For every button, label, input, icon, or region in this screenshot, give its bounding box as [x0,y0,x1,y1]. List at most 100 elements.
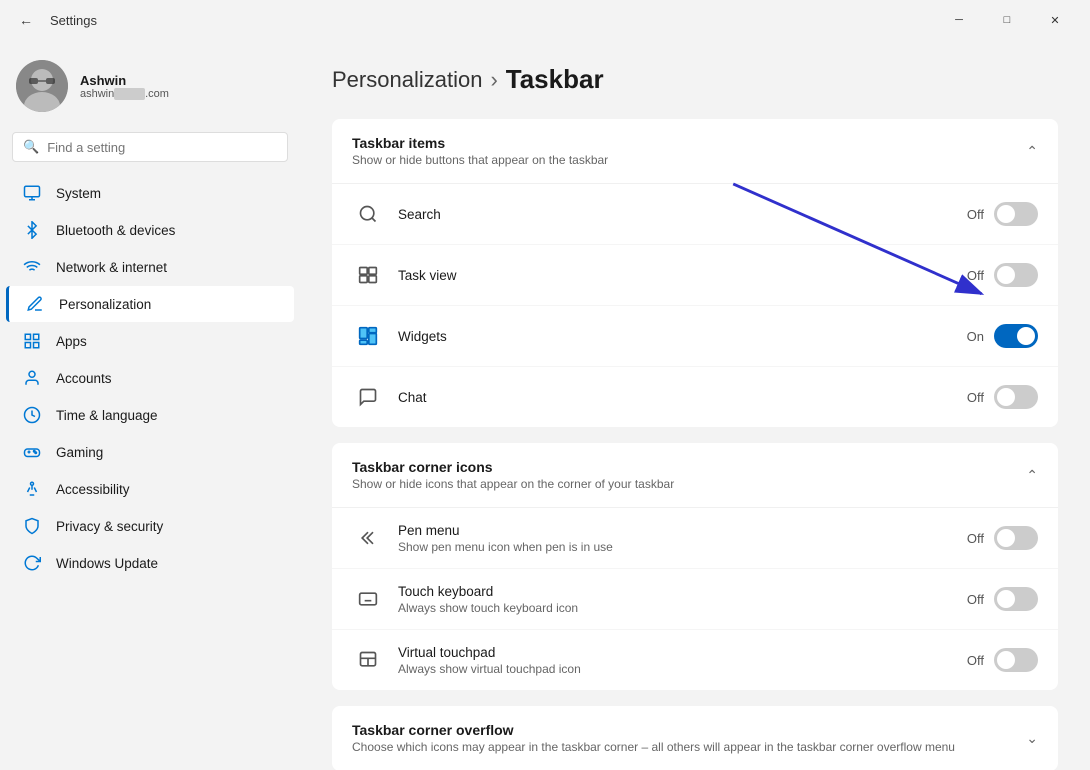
pen-menu-toggle[interactable] [994,526,1038,550]
overflow-collapse-icon: ⌄ [1026,730,1038,747]
sidebar-item-system[interactable]: System [6,175,294,211]
search-setting-label: Search [398,207,967,222]
taskview-setting-row: Task view Off [332,245,1058,306]
touch-keyboard-label-wrap: Touch keyboard Always show touch keyboar… [398,584,967,615]
touch-keyboard-sublabel: Always show touch keyboard icon [398,601,967,615]
sidebar-item-network[interactable]: Network & internet [6,249,294,285]
touch-keyboard-icon [352,583,384,615]
pen-menu-label-wrap: Pen menu Show pen menu icon when pen is … [398,523,967,554]
widgets-setting-row: Widgets On [332,306,1058,367]
chat-setting-label-wrap: Chat [398,390,967,405]
search-input[interactable] [47,140,277,155]
sidebar-item-apps-label: Apps [56,334,87,349]
search-setting-row: Search Off [332,184,1058,245]
search-setting-label-wrap: Search [398,207,967,222]
taskbar-corner-overflow-title: Taskbar corner overflow [352,722,955,738]
user-email: ashwin••••••••.com [80,88,169,100]
sidebar-item-bluetooth-label: Bluetooth & devices [56,223,175,238]
widgets-setting-label-wrap: Widgets [398,329,967,344]
sidebar-item-time-label: Time & language [56,408,158,423]
sidebar-item-update[interactable]: Windows Update [6,545,294,581]
maximize-button[interactable]: □ [984,4,1030,36]
taskbar-items-title: Taskbar items [352,135,608,151]
avatar [16,60,68,112]
taskbar-corner-overflow-subtitle: Choose which icons may appear in the tas… [352,740,955,754]
touch-keyboard-label: Touch keyboard [398,584,967,599]
apps-icon [22,331,42,351]
breadcrumb-separator: › [490,67,497,93]
privacy-icon [22,516,42,536]
touch-keyboard-row: Touch keyboard Always show touch keyboar… [332,569,1058,630]
pen-menu-icon [352,522,384,554]
taskview-toggle[interactable] [994,263,1038,287]
window-controls: ─ □ ✕ [936,4,1078,36]
virtual-touchpad-label: Virtual touchpad [398,645,967,660]
pen-menu-label: Pen menu [398,523,967,538]
widgets-setting-label: Widgets [398,329,967,344]
minimize-button[interactable]: ─ [936,4,982,36]
section-corner-header-left: Taskbar corner icons Show or hide icons … [352,459,674,491]
accessibility-icon [22,479,42,499]
widgets-setting-icon [352,320,384,352]
section-header-left: Taskbar items Show or hide buttons that … [352,135,608,167]
sidebar-item-bluetooth[interactable]: Bluetooth & devices [6,212,294,248]
titlebar-left: ← Settings [12,6,97,34]
sidebar-item-accounts[interactable]: Accounts [6,360,294,396]
back-button[interactable]: ← [12,6,40,34]
search-toggle[interactable] [994,202,1038,226]
sidebar-item-apps[interactable]: Apps [6,323,294,359]
sidebar-item-network-label: Network & internet [56,260,167,275]
sidebar-item-gaming[interactable]: Gaming [6,434,294,470]
titlebar: ← Settings ─ □ ✕ [0,0,1090,40]
main-layout: Ashwin ashwin••••••••.com 🔍 System [0,40,1090,770]
time-icon [22,405,42,425]
collapse-icon: ⌃ [1026,143,1038,160]
taskbar-corner-icons-section: Taskbar corner icons Show or hide icons … [332,443,1058,690]
taskbar-corner-overflow-header[interactable]: Taskbar corner overflow Choose which ico… [332,706,1058,770]
update-icon [22,553,42,573]
sidebar-item-privacy[interactable]: Privacy & security [6,508,294,544]
search-setting-state: Off [967,207,984,222]
page-title: Taskbar [506,64,604,95]
virtual-touchpad-label-wrap: Virtual touchpad Always show virtual tou… [398,645,967,676]
close-button[interactable]: ✕ [1032,4,1078,36]
chat-toggle[interactable] [994,385,1038,409]
taskbar-items-subtitle: Show or hide buttons that appear on the … [352,153,608,167]
taskview-setting-label-wrap: Task view [398,268,967,283]
search-setting-icon [352,198,384,230]
chat-setting-label: Chat [398,390,967,405]
touch-keyboard-toggle[interactable] [994,587,1038,611]
content-wrapper: Taskbar items Show or hide buttons that … [332,119,1058,770]
content-area: Personalization › Taskbar Taskbar items [300,40,1090,770]
app-title: Settings [50,13,97,28]
sidebar-item-time[interactable]: Time & language [6,397,294,433]
taskview-setting-state: Off [967,268,984,283]
sidebar-item-accessibility[interactable]: Accessibility [6,471,294,507]
breadcrumb-parent: Personalization [332,67,482,93]
sidebar: Ashwin ashwin••••••••.com 🔍 System [0,40,300,770]
user-name: Ashwin [80,73,169,88]
virtual-touchpad-state: Off [967,653,984,668]
sidebar-item-update-label: Windows Update [56,556,158,571]
chat-setting-state: Off [967,390,984,405]
sidebar-item-privacy-label: Privacy & security [56,519,163,534]
virtual-touchpad-row: Virtual touchpad Always show virtual tou… [332,630,1058,690]
sidebar-item-accessibility-label: Accessibility [56,482,130,497]
pen-menu-row: Pen menu Show pen menu icon when pen is … [332,508,1058,569]
taskbar-corner-overflow-section: Taskbar corner overflow Choose which ico… [332,706,1058,770]
touch-keyboard-state: Off [967,592,984,607]
sidebar-item-personalization[interactable]: Personalization [6,286,294,322]
sidebar-item-personalization-label: Personalization [59,297,151,312]
user-info: Ashwin ashwin••••••••.com [80,73,169,100]
search-box[interactable]: 🔍 [12,132,288,162]
widgets-toggle[interactable] [994,324,1038,348]
accounts-icon [22,368,42,388]
bluetooth-icon [22,220,42,240]
user-profile[interactable]: Ashwin ashwin••••••••.com [0,52,300,128]
taskbar-corner-icons-header[interactable]: Taskbar corner icons Show or hide icons … [332,443,1058,508]
taskview-setting-label: Task view [398,268,967,283]
sidebar-item-accounts-label: Accounts [56,371,112,386]
taskview-setting-icon [352,259,384,291]
virtual-touchpad-toggle[interactable] [994,648,1038,672]
taskbar-items-header[interactable]: Taskbar items Show or hide buttons that … [332,119,1058,184]
